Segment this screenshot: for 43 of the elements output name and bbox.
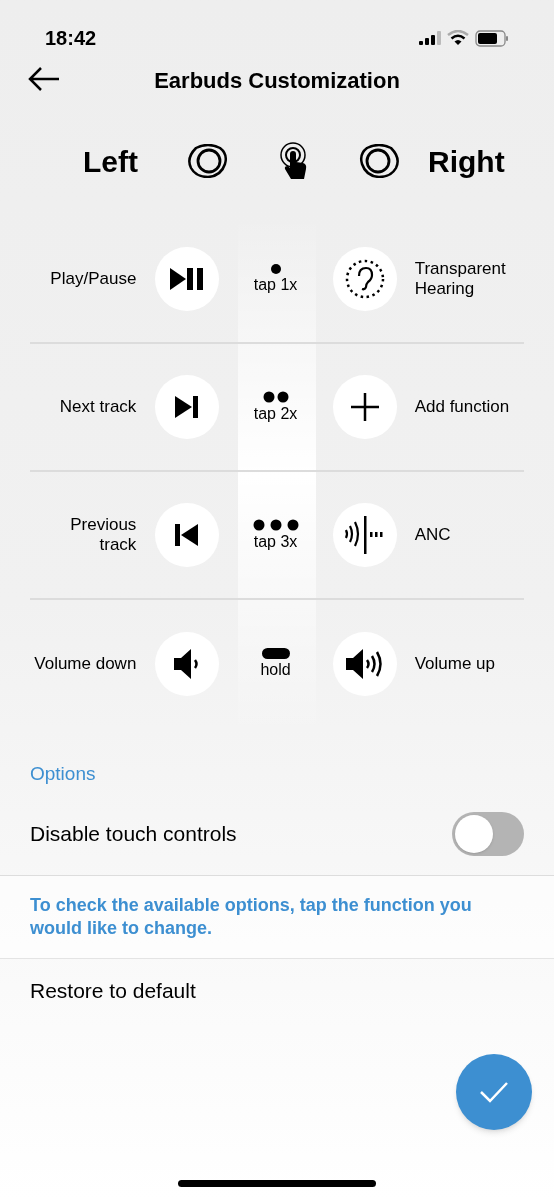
clock-time: 18:42	[45, 26, 97, 51]
function-label: Previous track	[69, 515, 137, 555]
play-pause-icon	[170, 268, 205, 290]
single-dot-icon	[270, 263, 281, 274]
toggle-switch[interactable]	[452, 811, 524, 856]
restore-default-button[interactable]: Restore to default	[30, 975, 196, 1007]
noise-cancelling-icon	[344, 516, 385, 554]
toggle-label: Disable touch controls	[30, 820, 237, 847]
back-button[interactable]	[28, 66, 60, 92]
two-dots-icon	[262, 390, 289, 403]
signal-icon	[419, 31, 441, 45]
earbud-icon	[359, 144, 399, 178]
volume-up-icon	[345, 649, 384, 679]
function-label: Volume up	[414, 654, 496, 674]
previous-track-icon	[175, 524, 200, 546]
touch-gesture-icon	[279, 142, 309, 180]
screen-title: Earbuds Customization	[154, 66, 400, 95]
plus-icon	[350, 393, 379, 421]
checkmark-icon	[479, 1081, 509, 1103]
function-label: Transparent Hearing	[414, 259, 507, 299]
section-heading: Options	[30, 761, 96, 786]
battery-icon	[475, 29, 509, 47]
gesture-label: hold	[260, 660, 291, 680]
next-track-icon	[175, 396, 200, 418]
function-label: ANC	[414, 525, 452, 545]
three-dots-icon	[252, 518, 299, 531]
wifi-icon	[447, 30, 469, 46]
long-press-icon	[261, 648, 290, 659]
function-label: Play/Pause	[49, 269, 137, 289]
earbud-icon	[188, 144, 228, 178]
volume-down-icon	[174, 649, 201, 679]
function-label: Add function	[414, 397, 511, 417]
right-heading: Right	[428, 143, 505, 180]
function-label: Volume down	[33, 654, 137, 674]
confirm-button[interactable]	[456, 1054, 532, 1130]
ear-icon	[344, 259, 385, 299]
left-heading: Left	[82, 143, 138, 180]
back-arrow-icon	[28, 66, 60, 92]
gesture-label: tap 1x	[253, 274, 298, 295]
gesture-label: tap 3x	[253, 531, 298, 552]
hint-text: To check the available options, tap the function you would like to change.	[30, 894, 473, 940]
function-label: Next track	[58, 397, 137, 417]
gesture-label: tap 2x	[253, 403, 298, 424]
